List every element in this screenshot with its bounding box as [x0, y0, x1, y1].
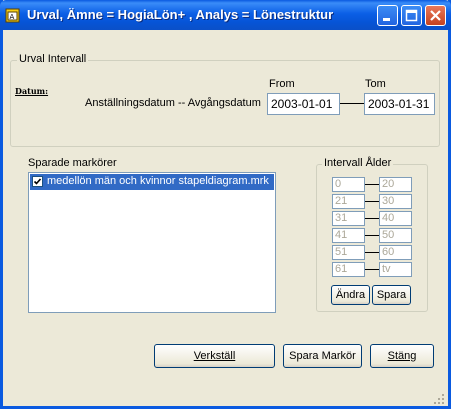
apply-label: Verkställ	[193, 350, 236, 362]
save-age-button[interactable]: Spara	[372, 285, 411, 305]
from-label: From	[269, 78, 295, 90]
age-to-input[interactable]: tv	[379, 262, 412, 277]
close-icon	[430, 10, 441, 21]
title-bar[interactable]: A Urval, Ämne = HogiaLön+ , Analys = Lön…	[0, 0, 451, 30]
age-from-input[interactable]: 31	[332, 211, 365, 226]
checkbox[interactable]	[32, 176, 43, 187]
close-window-button[interactable]	[425, 5, 446, 26]
age-range-connectors	[365, 184, 379, 270]
apply-button[interactable]: Verkställ	[154, 344, 275, 368]
minimize-button[interactable]	[377, 5, 398, 26]
age-to-input[interactable]: 30	[379, 194, 412, 209]
age-to-input[interactable]: 20	[379, 177, 412, 192]
svg-text:A: A	[10, 13, 15, 21]
resize-grip-icon[interactable]	[432, 392, 445, 405]
tom-label: Tom	[365, 78, 386, 90]
edit-age-button[interactable]: Ändra	[331, 285, 370, 305]
urval-interval-legend: Urval Intervall	[17, 53, 89, 65]
saved-markers-label: Sparade markörer	[28, 157, 117, 169]
age-to-input[interactable]: 50	[379, 228, 412, 243]
datum-label: Datum:	[15, 86, 49, 96]
maximize-icon	[405, 9, 418, 22]
window-title: Urval, Ämne = HogiaLön+ , Analys = Lönes…	[27, 7, 334, 22]
saved-markers-list[interactable]: medellön män och kvinnor stapeldiagram.m…	[28, 172, 276, 313]
age-from-input[interactable]: 41	[332, 228, 365, 243]
age-from-input[interactable]: 21	[332, 194, 365, 209]
date-field-label: Anställningsdatum -- Avgångsdatum	[85, 97, 261, 109]
save-marker-button[interactable]: Spara Markör	[283, 344, 362, 368]
checkmark-icon	[33, 178, 42, 185]
list-item[interactable]: medellön män och kvinnor stapeldiagram.m…	[30, 174, 274, 190]
from-date-input[interactable]: 2003-01-01	[267, 93, 340, 115]
age-from-input[interactable]: 0	[332, 177, 365, 192]
age-from-input[interactable]: 61	[332, 262, 365, 277]
age-interval-legend: Intervall Ålder	[322, 157, 394, 169]
marker-file-label: medellön män och kvinnor stapeldiagram.m…	[47, 175, 269, 187]
app-icon: A	[5, 8, 20, 23]
tom-date-input[interactable]: 2003-01-31	[364, 93, 435, 115]
close-label: Stäng	[387, 350, 417, 362]
age-to-input[interactable]: 60	[379, 245, 412, 260]
maximize-button[interactable]	[401, 5, 422, 26]
minimize-icon	[383, 18, 390, 21]
age-from-input[interactable]: 51	[332, 245, 365, 260]
age-to-input[interactable]: 40	[379, 211, 412, 226]
date-range-connector	[340, 103, 364, 104]
close-button[interactable]: Stäng	[370, 344, 434, 368]
